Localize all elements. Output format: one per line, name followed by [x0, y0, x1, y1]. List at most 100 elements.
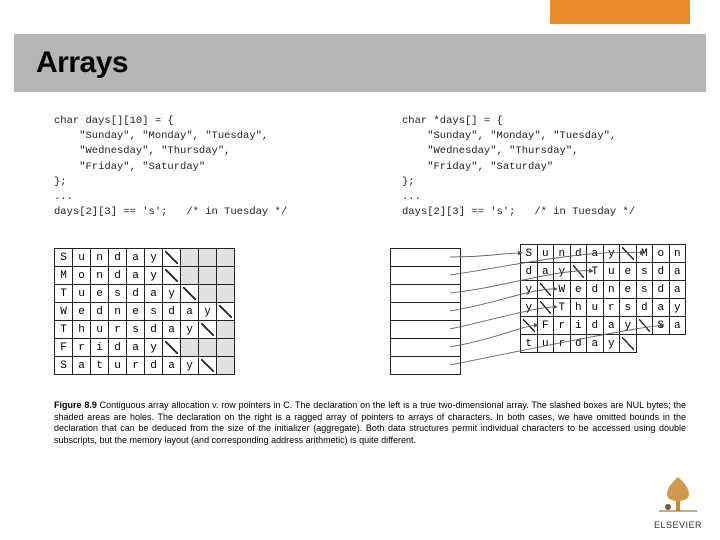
grid-cell: d	[145, 357, 163, 375]
strip-cell: a	[587, 245, 604, 263]
strip-cell: s	[636, 263, 653, 281]
grid-cell: n	[91, 267, 109, 285]
strip-cell: y	[521, 281, 538, 299]
grid-cell: d	[91, 303, 109, 321]
strip-cell: a	[603, 317, 620, 335]
ragged-strip-wrap: SundayMondayTuesdayWednesdayThursdayFrid…	[520, 244, 686, 353]
strip-cell: S	[521, 245, 538, 263]
grid-cell	[181, 339, 199, 357]
grid-cell: a	[163, 321, 181, 339]
grid-cell: W	[55, 303, 73, 321]
grid-cell	[163, 267, 181, 285]
strip-cell	[653, 335, 670, 353]
diagram-ragged: SundayMondayTuesdayWednesdayThursdayFrid…	[390, 248, 686, 375]
strip-cell: a	[587, 335, 604, 353]
grid-cell	[199, 285, 217, 303]
figure-caption: Figure 8.9 Contiguous array allocation v…	[54, 400, 686, 447]
ragged-strip: SundayMondayTuesdayWednesdayThursdayFrid…	[520, 244, 686, 353]
strip-cell: n	[603, 281, 620, 299]
grid-cell: a	[127, 249, 145, 267]
grid-cell: s	[127, 321, 145, 339]
code-left: char days[][10] = { "Sunday", "Monday", …	[54, 114, 338, 221]
grid-cell: T	[55, 321, 73, 339]
grid-cell	[199, 249, 217, 267]
grid-cell: e	[73, 303, 91, 321]
strip-cell: d	[636, 299, 653, 317]
pointer-cell	[391, 339, 461, 357]
strip-cell	[636, 317, 653, 335]
accent-bar	[0, 0, 720, 34]
grid-cell: y	[199, 303, 217, 321]
strip-cell: u	[587, 299, 604, 317]
grid-cell: S	[55, 357, 73, 375]
grid-cell: o	[73, 267, 91, 285]
diagram-contiguous: SundayMondayTuesdayWednesdayThursdayFrid…	[54, 248, 350, 375]
pointer-cell	[391, 267, 461, 285]
strip-cell: d	[653, 263, 670, 281]
strip-cell: y	[620, 317, 637, 335]
grid-cell: d	[127, 285, 145, 303]
grid-cell	[217, 321, 235, 339]
pointer-cell	[391, 249, 461, 267]
strip-cell: d	[587, 317, 604, 335]
grid-cell: t	[91, 357, 109, 375]
strip-cell	[636, 335, 653, 353]
publisher-logo: ELSEVIER	[654, 475, 702, 530]
pointer-cell	[391, 357, 461, 375]
strip-cell: i	[570, 317, 587, 335]
strip-cell: a	[537, 263, 554, 281]
strip-cell: o	[653, 245, 670, 263]
grid-cell	[199, 357, 217, 375]
grid-cell: d	[163, 303, 181, 321]
strip-cell: e	[570, 281, 587, 299]
grid-cell: d	[109, 339, 127, 357]
strip-cell	[537, 281, 554, 299]
grid-cell	[217, 267, 235, 285]
grid-cell: a	[73, 357, 91, 375]
grid-cell: s	[109, 285, 127, 303]
grid-cell: n	[109, 303, 127, 321]
grid-cell: y	[181, 321, 199, 339]
grid-cell	[181, 249, 199, 267]
contiguous-grid: SundayMondayTuesdayWednesdayThursdayFrid…	[54, 248, 235, 375]
grid-cell	[181, 285, 199, 303]
elsevier-tree-icon	[657, 475, 699, 513]
title-band: Arrays	[14, 34, 706, 92]
strip-cell: d	[521, 263, 538, 281]
strip-cell: M	[636, 245, 653, 263]
strip-cell: S	[653, 317, 670, 335]
strip-cell: y	[669, 299, 686, 317]
strip-cell: r	[554, 317, 571, 335]
grid-cell: s	[145, 303, 163, 321]
strip-cell	[620, 335, 637, 353]
strip-cell: s	[636, 281, 653, 299]
strip-cell: t	[521, 335, 538, 353]
grid-cell: a	[127, 267, 145, 285]
pointer-cell	[391, 285, 461, 303]
strip-cell: n	[554, 245, 571, 263]
strip-cell	[570, 263, 587, 281]
pointer-cell	[391, 303, 461, 321]
strip-cell	[669, 335, 686, 353]
strip-cell: a	[669, 263, 686, 281]
grid-cell	[217, 285, 235, 303]
strip-cell: u	[537, 245, 554, 263]
grid-cell: a	[181, 303, 199, 321]
strip-cell	[537, 299, 554, 317]
grid-cell: r	[127, 357, 145, 375]
strip-cell: s	[620, 299, 637, 317]
strip-cell: a	[669, 317, 686, 335]
grid-cell: a	[163, 357, 181, 375]
code-right: char *days[] = { "Sunday", "Monday", "Tu…	[402, 114, 686, 221]
grid-cell	[181, 267, 199, 285]
grid-cell: e	[91, 285, 109, 303]
grid-cell: r	[109, 321, 127, 339]
strip-cell: a	[669, 281, 686, 299]
grid-cell: i	[91, 339, 109, 357]
grid-cell	[217, 303, 235, 321]
strip-cell: u	[603, 263, 620, 281]
strip-cell	[521, 317, 538, 335]
grid-cell	[199, 321, 217, 339]
grid-cell: n	[91, 249, 109, 267]
grid-cell	[199, 267, 217, 285]
